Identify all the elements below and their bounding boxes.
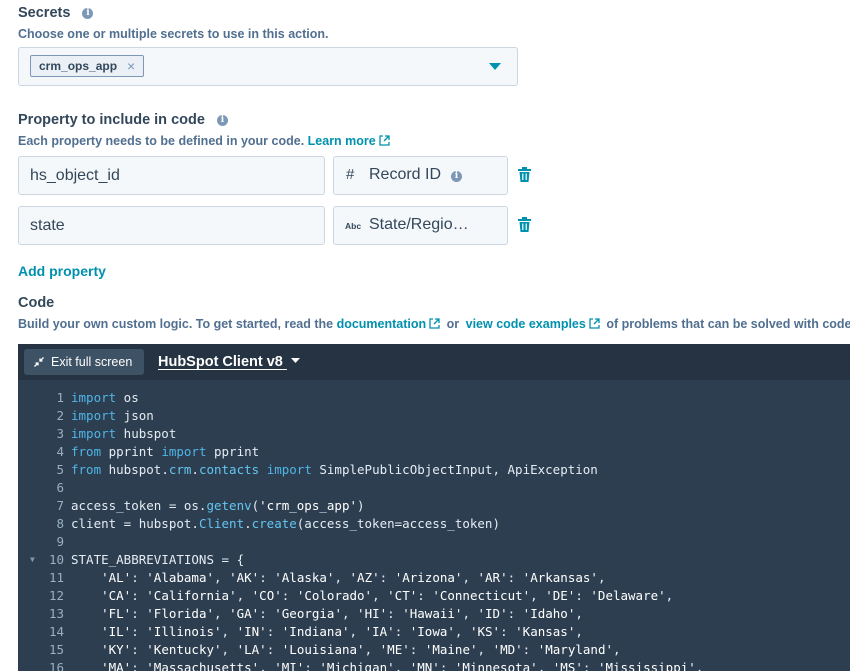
text-type-icon: Abc bbox=[345, 221, 362, 231]
line-number: 3 bbox=[56, 426, 64, 441]
line-number: 5 bbox=[56, 462, 64, 477]
secrets-help-text: Choose one or multiple secrets to use in… bbox=[18, 27, 329, 41]
view-code-examples-link[interactable]: view code examples bbox=[466, 317, 600, 331]
line-number: 2 bbox=[56, 408, 64, 423]
learn-more-link[interactable]: Learn more bbox=[308, 134, 390, 148]
info-icon[interactable]: i bbox=[216, 115, 228, 126]
line-number: 7 bbox=[56, 498, 64, 513]
property-type-label: State/Regio… bbox=[369, 216, 469, 233]
editor-toolbar: Exit full screen HubSpot Client v8 bbox=[18, 344, 850, 380]
chevron-down-icon[interactable] bbox=[489, 63, 501, 71]
line-number: 1 bbox=[56, 390, 64, 405]
line-number: 16 bbox=[48, 660, 64, 671]
line-number: 9 bbox=[56, 534, 64, 549]
line-number: 13 bbox=[48, 606, 64, 621]
line-number: 14 bbox=[48, 624, 64, 639]
line-number: 8 bbox=[56, 516, 64, 531]
code-label: Code bbox=[18, 295, 55, 311]
info-icon[interactable]: i bbox=[451, 171, 462, 182]
documentation-link[interactable]: documentation bbox=[337, 317, 441, 331]
documentation-label: documentation bbox=[336, 317, 427, 331]
code-help-prefix: Build your own custom logic. To get star… bbox=[18, 317, 334, 331]
code-text: from pprint import pprint bbox=[71, 444, 260, 459]
code-text: import json bbox=[71, 408, 154, 423]
remove-tag-icon[interactable]: × bbox=[127, 56, 135, 77]
code-text: 'AL': 'Alabama', 'AK': 'Alaska', 'AZ': '… bbox=[101, 570, 606, 585]
trash-icon[interactable] bbox=[518, 167, 531, 182]
line-number: 11 bbox=[48, 570, 64, 585]
secret-tag: crm_ops_app × bbox=[30, 55, 145, 77]
property-type-label: Record ID bbox=[369, 166, 442, 183]
fold-arrow-icon[interactable]: ▼ bbox=[30, 551, 35, 569]
property-label-text: Property to include in code bbox=[18, 112, 205, 128]
or-text: or bbox=[446, 317, 460, 331]
line-number: 10 bbox=[48, 552, 64, 567]
property-name-value: hs_object_id bbox=[30, 167, 120, 184]
number-type-icon: # bbox=[346, 166, 355, 183]
exit-full-screen-label: Exit full screen bbox=[51, 355, 133, 369]
code-text: from hubspot.crm.contacts import SimpleP… bbox=[71, 462, 598, 477]
property-help: Each property needs to be defined in you… bbox=[18, 134, 390, 148]
secrets-multiselect[interactable]: crm_ops_app × bbox=[18, 47, 518, 86]
external-link-icon bbox=[589, 318, 600, 329]
code-text: access_token = os.getenv('crm_ops_app') bbox=[71, 498, 365, 513]
examples-label: view code examples bbox=[465, 317, 586, 331]
collapse-icon bbox=[34, 357, 44, 367]
external-link-icon bbox=[379, 135, 390, 146]
client-version-label: HubSpot Client v8 bbox=[158, 354, 283, 370]
property-type-select[interactable]: # Record ID i bbox=[333, 156, 508, 195]
code-text: client = hubspot.Client.create(access_to… bbox=[71, 516, 500, 531]
trash-icon[interactable] bbox=[518, 217, 531, 232]
client-version-select[interactable]: HubSpot Client v8 bbox=[158, 354, 300, 370]
code-text: 'KY': 'Kentucky', 'LA': 'Louisiana', 'ME… bbox=[101, 642, 621, 657]
code-text: import hubspot bbox=[71, 426, 177, 441]
property-label: Property to include in code i bbox=[18, 112, 228, 128]
code-text: 'CA': 'California', 'CO': 'Colorado', 'C… bbox=[101, 588, 674, 603]
line-number: 6 bbox=[56, 480, 64, 495]
info-icon[interactable]: i bbox=[82, 8, 94, 19]
caret-down-icon bbox=[290, 358, 300, 363]
code-text: 'MA': 'Massachusetts', 'MI': 'Michigan',… bbox=[101, 660, 704, 671]
property-help-text: Each property needs to be defined in you… bbox=[18, 134, 305, 148]
code-editor[interactable]: Exit full screen HubSpot Client v8 1 impo… bbox=[18, 344, 850, 671]
property-name-value: state bbox=[30, 217, 65, 234]
property-type-select[interactable]: Abc State/Regio… bbox=[333, 206, 508, 245]
line-number: 12 bbox=[48, 588, 64, 603]
secrets-label-text: Secrets bbox=[18, 5, 71, 21]
add-property-button[interactable]: Add property bbox=[18, 263, 106, 279]
secret-tag-label: crm_ops_app bbox=[39, 58, 118, 73]
property-name-input[interactable]: state bbox=[18, 206, 325, 245]
property-name-input[interactable]: hs_object_id bbox=[18, 156, 325, 195]
code-text: 'IL': 'Illinois', 'IN': 'Indiana', 'IA':… bbox=[101, 624, 583, 639]
code-text: 'FL': 'Florida', 'GA': 'Georgia', 'HI': … bbox=[101, 606, 583, 621]
code-help: Build your own custom logic. To get star… bbox=[18, 317, 850, 331]
exit-full-screen-button[interactable]: Exit full screen bbox=[24, 349, 145, 375]
external-link-icon bbox=[429, 318, 440, 329]
code-text: import os bbox=[71, 390, 139, 405]
learn-more-label: Learn more bbox=[307, 134, 376, 148]
line-number: 4 bbox=[56, 444, 64, 459]
code-help-suffix: of problems that can be solved with code bbox=[606, 317, 850, 331]
line-number: 15 bbox=[48, 642, 64, 657]
secrets-label: Secrets i bbox=[18, 5, 94, 21]
code-text: STATE_ABBREVIATIONS = { bbox=[71, 552, 245, 567]
